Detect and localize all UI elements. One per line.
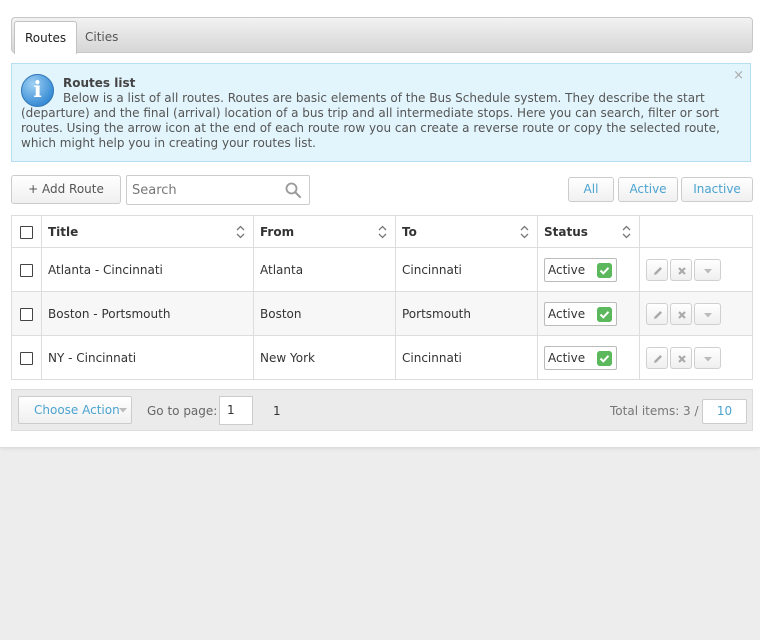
- check-icon: [597, 350, 612, 366]
- caret-down-icon: [704, 268, 712, 273]
- select-all-cell: [11, 215, 42, 248]
- more-actions-button[interactable]: [694, 258, 721, 281]
- column-header-actions: [639, 215, 753, 248]
- routes-table: Title From To Status Atlanta - Cincinnat…: [11, 215, 753, 380]
- table-footer: Choose Action Go to page: 1 1 Total item…: [11, 389, 753, 431]
- delete-button[interactable]: [670, 258, 692, 281]
- page-number-link[interactable]: 1: [273, 404, 281, 418]
- more-actions-button[interactable]: [694, 302, 721, 325]
- column-header-status-label: Status: [544, 224, 588, 239]
- route-status-cell: Active: [537, 291, 640, 336]
- route-to: Cincinnati: [395, 335, 538, 380]
- table-header-row: Title From To Status: [11, 215, 753, 248]
- tab-cities[interactable]: Cities: [75, 21, 128, 54]
- route-from: New York: [253, 335, 396, 380]
- route-title: Boston - Portsmouth: [41, 291, 254, 336]
- row-checkbox[interactable]: [20, 351, 33, 365]
- row-actions: [639, 247, 753, 292]
- delete-button[interactable]: [670, 302, 692, 325]
- column-header-title-label: Title: [48, 224, 79, 239]
- close-icon[interactable]: ×: [733, 68, 744, 83]
- filter-all-button[interactable]: All: [568, 177, 614, 202]
- total-items-label: Total items: 3 /: [610, 404, 699, 418]
- goto-page-label: Go to page:: [147, 404, 218, 418]
- more-actions-button[interactable]: [694, 346, 721, 369]
- edit-button[interactable]: [646, 302, 668, 325]
- delete-button[interactable]: [670, 346, 692, 369]
- caret-down-icon: [704, 312, 712, 317]
- pencil-icon: [654, 354, 662, 363]
- info-box: i Routes list Below is a list of all rou…: [11, 63, 751, 162]
- route-to: Cincinnati: [395, 247, 538, 292]
- main-panel: Routes Cities i Routes list Below is a l…: [0, 0, 760, 448]
- row-actions: [639, 335, 753, 380]
- column-header-to[interactable]: To: [395, 215, 538, 248]
- status-select[interactable]: Active: [544, 345, 617, 370]
- check-icon: [597, 306, 612, 322]
- status-select[interactable]: Active: [544, 257, 617, 282]
- route-to: Portsmouth: [395, 291, 538, 336]
- pencil-icon: [654, 266, 662, 275]
- route-status-cell: Active: [537, 247, 640, 292]
- search-icon[interactable]: [285, 182, 301, 198]
- info-text: Below is a list of all routes. Routes ar…: [21, 91, 720, 150]
- tab-routes[interactable]: Routes: [14, 21, 78, 54]
- choose-action-button[interactable]: Choose Action: [18, 396, 132, 424]
- table-row: Atlanta - Cincinnati Atlanta Cincinnati …: [11, 247, 753, 292]
- add-route-button[interactable]: + Add Route: [11, 175, 121, 204]
- row-select-cell: [11, 247, 42, 292]
- route-status-cell: Active: [537, 335, 640, 380]
- route-title: Atlanta - Cincinnati: [41, 247, 254, 292]
- route-title: NY - Cincinnati: [41, 335, 254, 380]
- row-select-cell: [11, 291, 42, 336]
- sort-icon[interactable]: [378, 225, 387, 239]
- column-header-from-label: From: [260, 224, 295, 239]
- check-icon: [597, 262, 612, 278]
- edit-button[interactable]: [646, 258, 668, 281]
- status-select[interactable]: Active: [544, 301, 617, 326]
- edit-button[interactable]: [646, 346, 668, 369]
- column-header-status[interactable]: Status: [537, 215, 640, 248]
- close-icon: [678, 266, 686, 275]
- search-box: [126, 175, 310, 205]
- row-checkbox[interactable]: [20, 263, 33, 277]
- goto-page-input[interactable]: 1: [219, 396, 253, 425]
- table-row: NY - Cincinnati New York Cincinnati Acti…: [11, 335, 753, 380]
- status-value: Active: [548, 306, 586, 321]
- caret-down-icon: [704, 356, 712, 361]
- route-from: Atlanta: [253, 247, 396, 292]
- search-input[interactable]: [132, 180, 280, 200]
- pencil-icon: [654, 310, 662, 319]
- row-actions: [639, 291, 753, 336]
- caret-down-icon: [119, 408, 127, 413]
- column-header-to-label: To: [402, 224, 417, 239]
- column-header-from[interactable]: From: [253, 215, 396, 248]
- close-icon: [678, 354, 686, 363]
- select-all-checkbox[interactable]: [20, 225, 33, 239]
- filter-active-button[interactable]: Active: [618, 177, 678, 202]
- sort-icon[interactable]: [236, 225, 245, 239]
- close-icon: [678, 310, 686, 319]
- table-row: Boston - Portsmouth Boston Portsmouth Ac…: [11, 291, 753, 336]
- status-value: Active: [548, 350, 586, 365]
- filter-inactive-button[interactable]: Inactive: [681, 177, 753, 202]
- column-header-title[interactable]: Title: [41, 215, 254, 248]
- items-per-page-select[interactable]: 10: [702, 399, 747, 424]
- info-title: Routes list: [63, 76, 136, 90]
- status-value: Active: [548, 262, 586, 277]
- row-select-cell: [11, 335, 42, 380]
- row-checkbox[interactable]: [20, 307, 33, 321]
- choose-action-label: Choose Action: [34, 403, 120, 417]
- tab-bar: Routes Cities: [11, 17, 753, 54]
- sort-icon[interactable]: [520, 225, 529, 239]
- sort-icon[interactable]: [622, 225, 631, 239]
- route-from: Boston: [253, 291, 396, 336]
